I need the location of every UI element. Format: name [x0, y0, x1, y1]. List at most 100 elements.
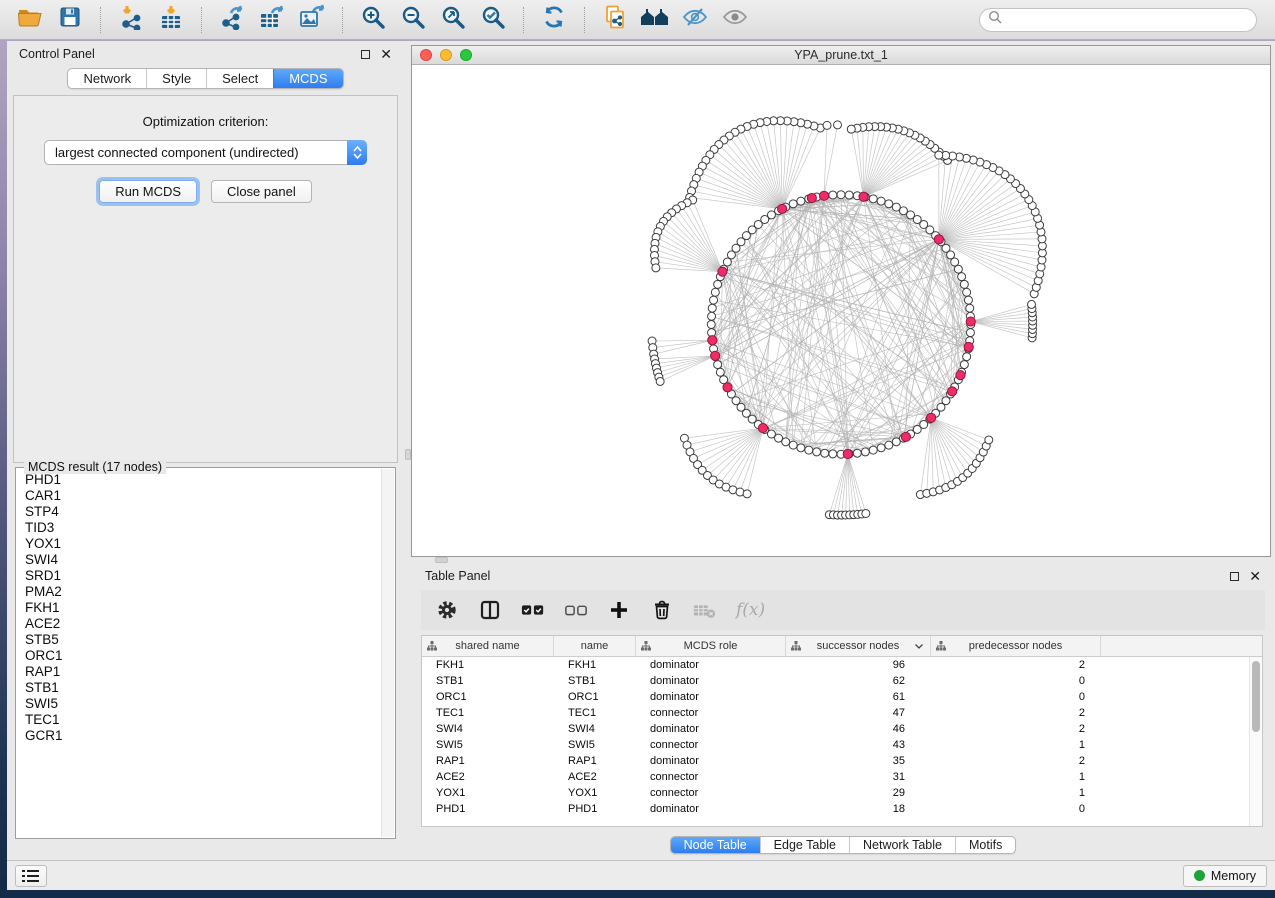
- graph-node[interactable]: [821, 449, 829, 457]
- graph-node[interactable]: [789, 441, 797, 449]
- graph-node[interactable]: [964, 296, 972, 304]
- graph-mcds-node[interactable]: [718, 267, 727, 276]
- graph-node[interactable]: [869, 195, 877, 203]
- open-file-button[interactable]: [12, 4, 48, 36]
- graph-node[interactable]: [797, 197, 805, 205]
- graph-node[interactable]: [707, 320, 715, 328]
- graph-mcds-node[interactable]: [927, 413, 936, 422]
- mcds-result-item[interactable]: TID3: [17, 520, 381, 536]
- tab-style[interactable]: Style: [146, 69, 206, 88]
- graph-node[interactable]: [656, 377, 664, 385]
- graph-node[interactable]: [711, 288, 719, 296]
- criterion-select[interactable]: largest connected component (undirected): [44, 140, 347, 165]
- graph-mcds-node[interactable]: [819, 191, 828, 200]
- graph-mcds-node[interactable]: [711, 351, 720, 360]
- graph-node[interactable]: [958, 273, 966, 281]
- network-canvas[interactable]: [412, 66, 1270, 556]
- float-panel-icon[interactable]: [361, 50, 370, 59]
- column-header-predecessor-nodes[interactable]: predecessor nodes: [931, 636, 1101, 656]
- mcds-result-item[interactable]: ACE2: [17, 616, 381, 632]
- tab-node-table[interactable]: Node Table: [671, 837, 760, 853]
- graph-node[interactable]: [853, 449, 861, 457]
- apply-layout-button[interactable]: [536, 4, 572, 36]
- mcds-result-item[interactable]: PHD1: [17, 472, 381, 488]
- table-row[interactable]: SWI4SWI4dominator462: [422, 721, 1262, 737]
- graph-node[interactable]: [652, 264, 660, 272]
- graph-node[interactable]: [805, 446, 813, 454]
- export-network-button[interactable]: [214, 4, 250, 36]
- export-image-button[interactable]: [294, 4, 330, 36]
- zoom-fit-button[interactable]: [435, 4, 471, 36]
- delete-column-trash-icon[interactable]: [650, 598, 674, 622]
- mcds-result-item[interactable]: YOX1: [17, 536, 381, 552]
- zoom-in-button[interactable]: [355, 4, 391, 36]
- graph-node[interactable]: [877, 444, 885, 452]
- graph-mcds-node[interactable]: [934, 235, 943, 244]
- show-panels-menu-button[interactable]: [15, 865, 47, 887]
- show-columns-icon[interactable]: [478, 598, 502, 622]
- deselect-all-rows-icon[interactable]: [564, 598, 588, 622]
- table-row[interactable]: FKH1FKH1dominator962: [422, 657, 1262, 673]
- graph-node[interactable]: [963, 288, 971, 296]
- graph-node[interactable]: [714, 361, 722, 369]
- graph-node[interactable]: [985, 436, 993, 444]
- network-graph[interactable]: [412, 66, 1270, 556]
- mcds-result-item[interactable]: SWI5: [17, 696, 381, 712]
- graph-node[interactable]: [708, 312, 716, 320]
- mcds-result-item[interactable]: CAR1: [17, 488, 381, 504]
- graph-node[interactable]: [892, 203, 900, 211]
- mcds-result-item[interactable]: STP4: [17, 504, 381, 520]
- graph-node[interactable]: [966, 304, 974, 312]
- mcds-result-item[interactable]: TEC1: [17, 712, 381, 728]
- float-table-panel-icon[interactable]: [1230, 572, 1239, 581]
- graph-mcds-node[interactable]: [966, 317, 975, 326]
- graph-node[interactable]: [869, 446, 877, 454]
- memory-button[interactable]: Memory: [1183, 865, 1267, 887]
- first-neighbors-button[interactable]: [637, 4, 673, 36]
- graph-mcds-node[interactable]: [723, 383, 732, 392]
- column-header-successor-nodes[interactable]: successor nodes: [786, 636, 931, 656]
- table-row[interactable]: TEC1TEC1connector472: [422, 705, 1262, 721]
- mcds-result-item[interactable]: PMA2: [17, 584, 381, 600]
- graph-node[interactable]: [960, 361, 968, 369]
- graph-node[interactable]: [829, 191, 837, 199]
- search-box[interactable]: [979, 8, 1257, 32]
- graph-node[interactable]: [963, 353, 971, 361]
- mcds-result-list[interactable]: PHD1CAR1STP4TID3YOX1SWI4SRD1PMA2FKH1ACE2…: [17, 472, 381, 837]
- graph-node[interactable]: [877, 197, 885, 205]
- show-all-button[interactable]: [717, 4, 753, 36]
- mcds-result-item[interactable]: SWI4: [17, 552, 381, 568]
- zoom-selected-button[interactable]: [475, 4, 511, 36]
- close-panel-icon[interactable]: ✕: [380, 50, 392, 59]
- graph-mcds-node[interactable]: [956, 371, 965, 380]
- column-header-mcds-role[interactable]: MCDS role: [636, 636, 786, 656]
- network-window-titlebar[interactable]: YPA_prune.txt_1: [412, 46, 1270, 65]
- graph-node[interactable]: [1028, 300, 1036, 308]
- column-header-shared-name[interactable]: shared name: [422, 636, 554, 656]
- tab-motifs[interactable]: Motifs: [955, 837, 1015, 853]
- graph-node[interactable]: [862, 509, 870, 517]
- graph-mcds-node[interactable]: [758, 423, 767, 432]
- mcds-result-item[interactable]: STB5: [17, 632, 381, 648]
- graph-node[interactable]: [789, 200, 797, 208]
- graph-node[interactable]: [837, 191, 845, 199]
- graph-mcds-node[interactable]: [843, 449, 852, 458]
- graph-mcds-node[interactable]: [859, 192, 868, 201]
- select-all-rows-icon[interactable]: [521, 598, 545, 622]
- run-mcds-button[interactable]: Run MCDS: [99, 180, 197, 203]
- table-options-gear-icon[interactable]: [435, 598, 459, 622]
- duplicate-network-button[interactable]: [597, 4, 633, 36]
- column-header-name[interactable]: name: [554, 636, 636, 656]
- graph-node[interactable]: [885, 441, 893, 449]
- graph-node[interactable]: [935, 151, 943, 159]
- tab-network-table[interactable]: Network Table: [849, 837, 955, 853]
- mcds-result-item[interactable]: ORC1: [17, 648, 381, 664]
- table-row[interactable]: ORC1ORC1dominator610: [422, 689, 1262, 705]
- create-column-plus-icon[interactable]: [607, 598, 631, 622]
- graph-node[interactable]: [716, 368, 724, 376]
- graph-node[interactable]: [829, 450, 837, 458]
- graph-node[interactable]: [782, 438, 790, 446]
- graph-node[interactable]: [885, 200, 893, 208]
- graph-node[interactable]: [847, 125, 855, 133]
- graph-node[interactable]: [861, 448, 869, 456]
